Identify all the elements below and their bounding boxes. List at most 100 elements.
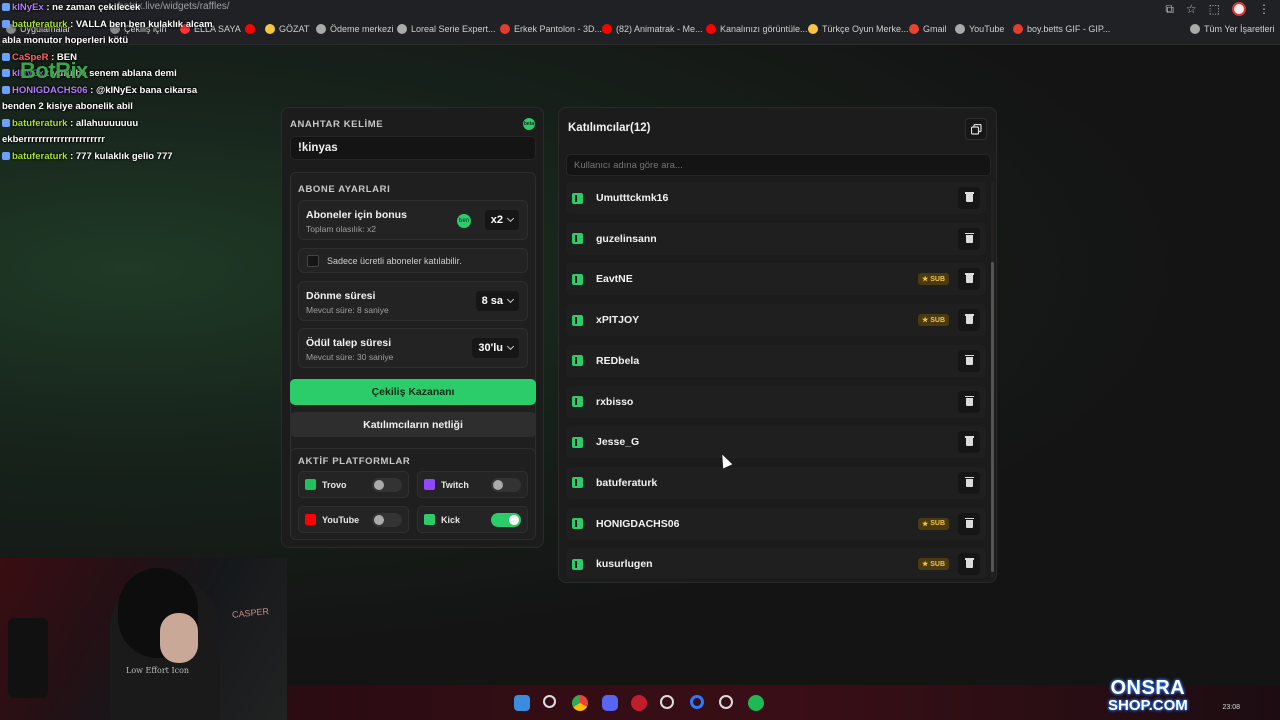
copy-button[interactable] <box>965 118 987 140</box>
participant-name: REDbela <box>596 354 640 367</box>
sub-bonus-select[interactable]: x2 <box>484 210 519 230</box>
app-icon[interactable] <box>690 695 704 709</box>
discord-icon[interactable] <box>602 695 618 711</box>
bookmark-icon <box>265 24 275 34</box>
kick-icon <box>572 518 583 530</box>
bookmark-label: (82) Animatrak - Me... <box>616 24 703 34</box>
bookmark-item[interactable] <box>245 24 255 34</box>
scrollbar-thumb[interactable] <box>991 262 994 572</box>
bookmark-item[interactable]: Ödeme merkezi <box>316 24 394 34</box>
spotify-icon[interactable] <box>748 695 764 711</box>
clear-participants-button[interactable]: Katılımcıların netliği <box>290 412 536 437</box>
chat-username: batuferaturk <box>12 150 68 162</box>
delete-participant-button[interactable] <box>958 512 980 535</box>
bookmark-item[interactable]: Türkçe Oyun Merke... <box>808 24 909 34</box>
participant-name: Jesse_G <box>596 436 640 449</box>
bookmark-item[interactable]: Kanalınızı görüntüle... <box>706 24 808 34</box>
bookmark-icon <box>245 24 255 34</box>
chat-separator: : <box>87 84 96 96</box>
platform-toggle[interactable] <box>372 478 402 492</box>
delete-participant-button[interactable] <box>958 471 980 494</box>
start-icon[interactable] <box>514 695 530 711</box>
translate-icon[interactable]: ⧉ <box>1165 2 1174 17</box>
sub-bonus-row: Aboneler için bonus Toplam olasılık: x2 … <box>298 200 528 240</box>
spin-duration-select[interactable]: 8 sa <box>475 291 519 311</box>
chevron-down-icon <box>506 295 515 304</box>
participants-panel: Katılımcılar(12) Umutttckmk16 guzelinsann… <box>558 107 997 583</box>
delete-participant-button[interactable] <box>958 431 980 454</box>
trash-icon <box>964 395 974 406</box>
platform-label: Trovo <box>322 479 347 490</box>
bookmark-item[interactable]: Gmail <box>909 24 947 34</box>
paid-only-row[interactable]: Sadece ücretli aboneler katılabilir. <box>298 248 528 273</box>
sub-badge: ★ SUB <box>917 273 949 286</box>
chevron-down-icon <box>506 342 515 351</box>
claim-duration-sub: Mevcut süre: 30 saniye <box>306 352 394 362</box>
bookmark-icon <box>1190 24 1200 34</box>
star-icon: ★ <box>921 520 929 528</box>
bookmark-label: Gmail <box>923 24 947 34</box>
bookmark-item[interactable]: Erkek Pantolon - 3D... <box>500 24 602 34</box>
kick-icon <box>572 396 583 407</box>
platform-toggle[interactable] <box>372 513 402 527</box>
platforms-section: AKTİF PLATFORMLAR Trovo Twitch YouTube Kick <box>290 448 536 540</box>
platform-label: YouTube <box>322 514 360 525</box>
delete-participant-button[interactable] <box>958 268 980 291</box>
bookmark-star-icon[interactable]: ☆ <box>1186 2 1197 16</box>
platform-label: Kick <box>441 514 461 525</box>
bookmark-label: Tüm Yer İşaretleri <box>1204 24 1275 34</box>
claim-duration-select[interactable]: 30'lu <box>472 338 519 358</box>
platform-toggle[interactable] <box>491 513 521 527</box>
chat-separator: : <box>67 150 76 162</box>
participant-search-input[interactable] <box>566 154 991 176</box>
bookmark-label: Türkçe Oyun Merke... <box>822 24 909 34</box>
chat-text: ne zaman çekilecek <box>52 2 141 13</box>
bookmark-item[interactable]: Loreal Serie Expert... <box>397 24 496 34</box>
delete-participant-button[interactable] <box>958 187 980 209</box>
search-icon[interactable] <box>543 695 556 708</box>
delete-participant-button[interactable] <box>958 390 980 413</box>
draw-winner-button[interactable]: Çekiliş Kazananı <box>290 379 536 405</box>
chat-badge-icon <box>2 19 10 28</box>
platform-twitch: Twitch <box>417 471 528 498</box>
participant-name: rxbisso <box>596 395 634 408</box>
delete-participant-button[interactable] <box>958 553 980 576</box>
bookmark-label: Ödeme merkezi <box>330 24 394 34</box>
delete-participant-button[interactable] <box>958 349 980 372</box>
obs-icon[interactable] <box>719 695 733 709</box>
copy-icon <box>970 123 982 135</box>
extensions-icon[interactable]: ⬚ <box>1209 2 1220 16</box>
delete-participant-button[interactable] <box>958 309 980 332</box>
participant-name: batuferaturk <box>596 476 658 489</box>
paid-only-checkbox[interactable] <box>307 254 319 267</box>
bookmark-label: Loreal Serie Expert... <box>411 24 496 34</box>
participant-row: xPITJOY ★ SUB <box>566 304 986 337</box>
browser-menu-icon[interactable]: ⋮ <box>1258 2 1270 16</box>
bookmark-item[interactable]: YouTube <box>955 24 1004 34</box>
chat-badge-icon <box>2 118 10 127</box>
spin-duration-row: Dönme süresi Mevcut süre: 8 saniye 8 sa <box>298 281 528 321</box>
bookmark-item[interactable]: Tüm Yer İşaretleri <box>1190 24 1275 34</box>
bookmark-icon <box>500 24 510 34</box>
trash-icon <box>964 354 974 365</box>
opera-icon[interactable] <box>631 695 647 711</box>
steam-icon[interactable] <box>660 695 674 709</box>
star-icon: ★ <box>921 561 929 569</box>
chrome-icon[interactable] <box>572 695 588 711</box>
profile-avatar[interactable] <box>1232 2 1246 16</box>
bookmark-item[interactable]: boy.betts GIF - GIP... <box>1013 24 1110 34</box>
platform-toggle[interactable] <box>491 478 521 492</box>
trash-icon <box>964 232 974 243</box>
participant-row: rxbisso <box>566 385 986 418</box>
bookmark-item[interactable]: GÖZAT <box>265 24 309 34</box>
delete-participant-button[interactable] <box>958 227 980 250</box>
raffle-settings-panel: ANAHTAR KELİME beta !kinyas ABONE AYARLA… <box>281 107 544 548</box>
keyword-input[interactable]: !kinyas <box>290 136 536 160</box>
bookmark-item[interactable]: (82) Animatrak - Me... <box>602 24 703 34</box>
participant-row: REDbela <box>566 344 986 377</box>
kick-icon <box>572 558 583 570</box>
participant-scrollbar[interactable] <box>991 182 994 578</box>
participant-name: EavtNE <box>596 273 633 286</box>
chat-badge-icon <box>2 3 10 11</box>
trash-icon <box>964 436 974 447</box>
